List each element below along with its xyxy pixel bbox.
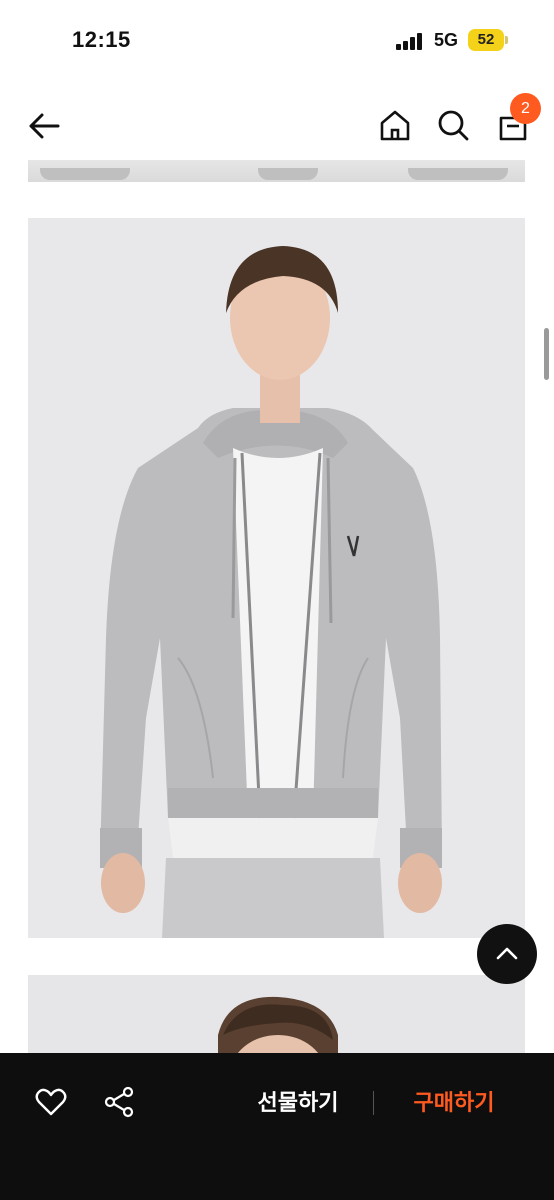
next-product-image[interactable]: [28, 975, 525, 1053]
scrollbar[interactable]: [544, 328, 549, 380]
previous-image-bottom: [28, 160, 525, 182]
battery-tip: [505, 36, 508, 44]
gift-button[interactable]: 선물하기: [238, 1085, 358, 1121]
back-button[interactable]: [24, 106, 64, 146]
battery-indicator: 52: [468, 29, 504, 51]
product-image[interactable]: [28, 218, 525, 938]
scroll-to-top-button[interactable]: [477, 924, 537, 984]
divider: [373, 1091, 374, 1115]
status-time: 12:15: [72, 27, 131, 52]
search-icon: [438, 110, 469, 141]
search-button[interactable]: [434, 106, 472, 144]
arrow-left-icon: [29, 113, 60, 139]
next-photo-preview: [218, 996, 338, 1053]
network-label: 5G: [434, 30, 459, 50]
product-photo-grey-zip-hoodie: [28, 218, 525, 938]
buy-button[interactable]: 구매하기: [392, 1085, 516, 1121]
cart-count-badge: 2: [510, 93, 541, 124]
home-button[interactable]: [376, 106, 414, 144]
heart-icon: [35, 1088, 67, 1116]
status-bar: 12:15 5G 52: [0, 0, 554, 84]
bottom-action-bar: 선물하기 구매하기: [0, 1053, 554, 1200]
signal-icon: [396, 32, 426, 50]
top-navigation: [0, 92, 554, 162]
home-icon: [380, 110, 410, 141]
product-detail-content: [0, 160, 554, 1053]
share-button[interactable]: [102, 1085, 136, 1119]
wishlist-button[interactable]: [34, 1085, 68, 1119]
share-icon: [104, 1086, 134, 1118]
chevron-up-icon: [496, 947, 518, 960]
